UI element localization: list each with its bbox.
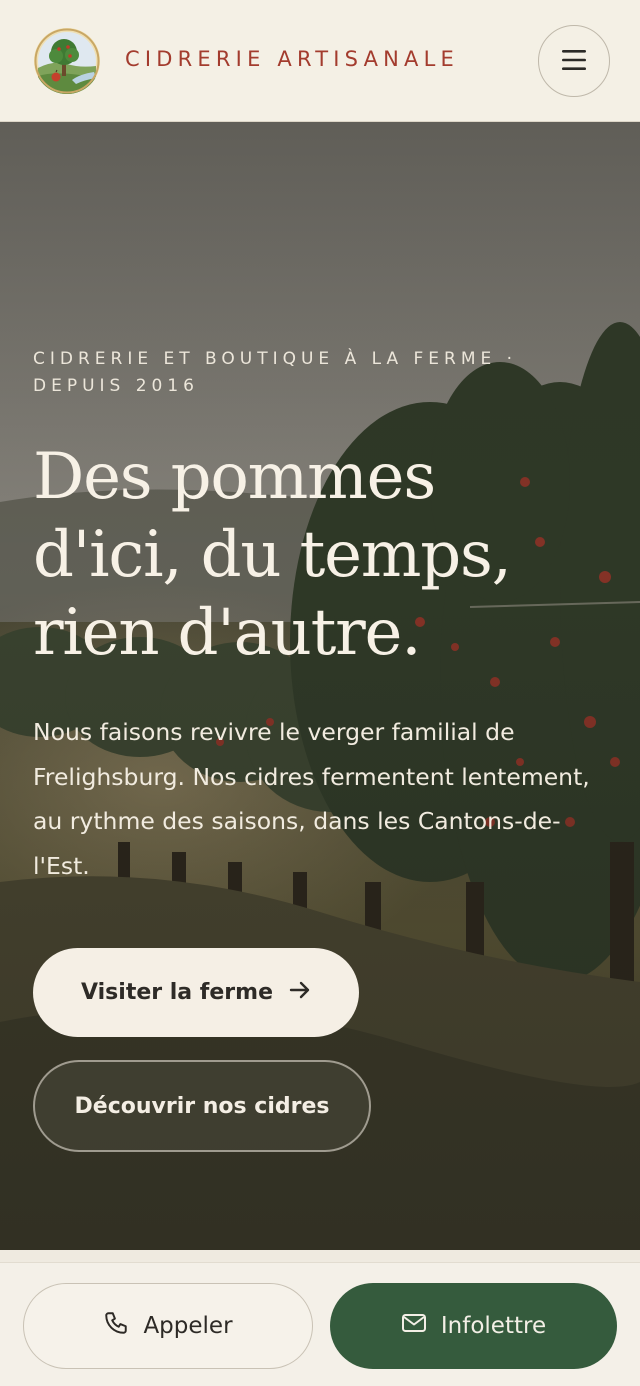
hero-title-line: d'ici, du temps, xyxy=(33,518,512,592)
newsletter-label: Infolettre xyxy=(440,1313,547,1339)
call-label: Appeler xyxy=(143,1313,233,1339)
brand-name[interactable]: CIDRERIE ARTISANALE xyxy=(125,47,459,71)
call-button[interactable]: Appeler xyxy=(23,1283,313,1369)
site-header: CIDRERIE ARTISANALE xyxy=(0,0,640,122)
mail-icon xyxy=(401,1312,427,1340)
discover-ciders-button[interactable]: Découvrir nos cidres xyxy=(33,1060,371,1152)
hero-title-line: rien d'autre. xyxy=(33,596,422,670)
visit-farm-label: Visiter la ferme xyxy=(81,980,273,1005)
section-divider xyxy=(0,1250,640,1262)
hero-section: CIDRERIE ET BOUTIQUE À LA FERME · DEPUIS… xyxy=(0,122,640,1250)
phone-icon xyxy=(103,1310,129,1342)
discover-ciders-label: Découvrir nos cidres xyxy=(74,1093,330,1119)
hero-title: Des pommes d'ici, du temps, rien d'autre… xyxy=(33,438,593,672)
arrow-right-icon xyxy=(289,980,311,1006)
hero-title-line: Des pommes xyxy=(33,440,436,514)
hero-description: Nous faisons revivre le verger familial … xyxy=(33,718,590,880)
visit-farm-button[interactable]: Visiter la ferme xyxy=(33,948,359,1037)
menu-button[interactable] xyxy=(538,25,610,97)
bottom-action-bar: Appeler Infolettre xyxy=(0,1262,640,1386)
newsletter-button[interactable]: Infolettre xyxy=(330,1283,617,1369)
apple-tree-logo-icon[interactable] xyxy=(34,28,100,94)
hamburger-menu-icon xyxy=(560,48,588,75)
hero-eyebrow: CIDRERIE ET BOUTIQUE À LA FERME · DEPUIS… xyxy=(33,349,518,396)
